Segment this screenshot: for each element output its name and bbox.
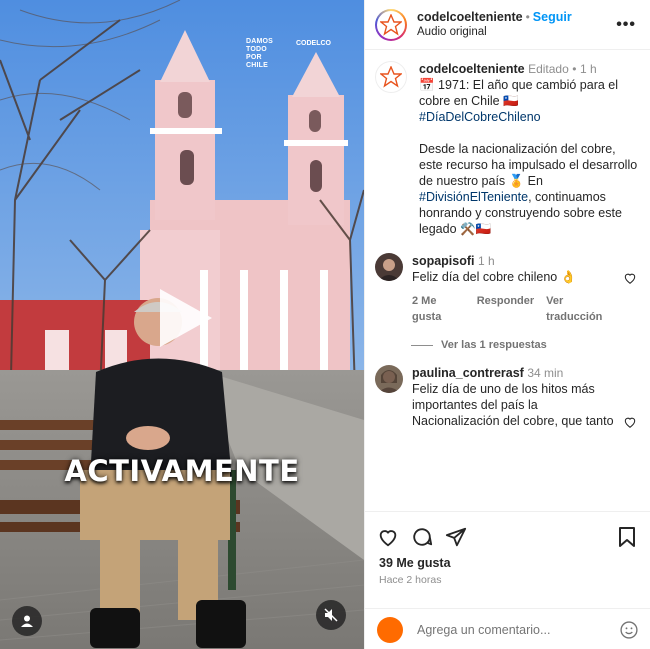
comment-input[interactable] (417, 622, 619, 637)
caption-time: 1 h (579, 62, 597, 76)
commenter-avatar[interactable] (375, 253, 403, 281)
current-user-avatar (377, 616, 403, 643)
share-paper-plane-icon[interactable] (445, 526, 467, 548)
speaker-muted-icon (324, 608, 338, 622)
view-replies-button[interactable]: Ver las 1 respuestas (411, 339, 650, 351)
add-comment-bar (365, 608, 650, 649)
audio-link[interactable]: Audio original (417, 25, 572, 40)
caption-username[interactable]: codelcoelteniente (419, 62, 525, 76)
hashtag-link[interactable]: #DivisiónElTeniente (419, 190, 528, 204)
heart-icon[interactable] (623, 415, 637, 429)
likes-count[interactable]: 39 Me gusta (365, 548, 650, 570)
commenter-username[interactable]: paulina_contrerasf (412, 366, 524, 380)
play-icon[interactable] (152, 287, 214, 349)
translate-button[interactable]: Ver traducción (546, 293, 617, 325)
emoji-icon[interactable] (619, 620, 639, 640)
commenter-avatar[interactable] (375, 365, 403, 393)
heart-icon[interactable] (623, 271, 637, 285)
video-caption-text: ACTIVAMENTE (64, 454, 300, 488)
comment-text: Feliz día de uno de los hitos más import… (412, 382, 614, 428)
edited-label: Editado (528, 62, 569, 76)
codelco-logo-overlay: CODELCO (296, 40, 331, 47)
caption-para-a: Desde la nacionalización del cobre, este… (419, 142, 638, 188)
post-footer: 39 Me gusta Hace 2 horas (365, 511, 650, 649)
separator-dot: • (572, 62, 577, 76)
comment-time: 34 min (527, 366, 564, 380)
comment-text: Feliz día del cobre chileno 👌 (412, 270, 577, 284)
reply-button[interactable]: Responder (477, 293, 534, 325)
commenter-username[interactable]: sopapisofi (412, 254, 475, 268)
hashtag-link[interactable]: #DíaDelCobreChileno (419, 110, 541, 124)
replies-divider (411, 344, 433, 346)
brand-logo-overlay: DAMOS TODO POR CHILE (246, 38, 274, 69)
user-icon (21, 615, 33, 627)
star-logo-icon (380, 66, 402, 88)
mute-button[interactable] (316, 600, 346, 630)
post-timestamp: Hace 2 horas (379, 574, 442, 586)
star-logo-icon (380, 13, 402, 36)
caption-line1: 📅 1971: El año que cambió para el cobre … (419, 78, 619, 108)
like-heart-icon[interactable] (377, 526, 399, 548)
comment-likes[interactable]: 2 Me gusta (412, 293, 465, 325)
post-header: codelcoelteniente • Seguir Audio original … (365, 0, 650, 50)
follow-button[interactable]: Seguir (533, 10, 572, 24)
reel-video[interactable]: DAMOS TODO POR CHILE CODELCO ACTIVAMENTE (0, 0, 364, 649)
comment-item: sopapisofi 1 h Feliz día del cobre chile… (365, 253, 650, 325)
comment-time: 1 h (478, 254, 495, 268)
tagged-user-button[interactable] (12, 606, 42, 636)
header-username[interactable]: codelcoelteniente (417, 10, 523, 24)
comment-bubble-icon[interactable] (411, 526, 433, 548)
profile-avatar[interactable] (375, 8, 407, 41)
bookmark-icon[interactable] (617, 526, 637, 548)
post-caption: codelcoelteniente Editado • 1 h 📅 1971: … (365, 51, 650, 237)
view-replies-label: Ver las 1 respuestas (441, 339, 547, 351)
more-options-icon[interactable]: ••• (616, 16, 636, 34)
comment-item: paulina_contrerasf 34 min Feliz día de u… (365, 365, 650, 429)
caption-avatar[interactable] (375, 61, 407, 93)
post-side-panel: codelcoelteniente • Seguir Audio original … (364, 0, 650, 649)
comments-scroll-area[interactable]: codelcoelteniente Editado • 1 h 📅 1971: … (365, 51, 650, 511)
separator-dot: • (525, 10, 530, 24)
